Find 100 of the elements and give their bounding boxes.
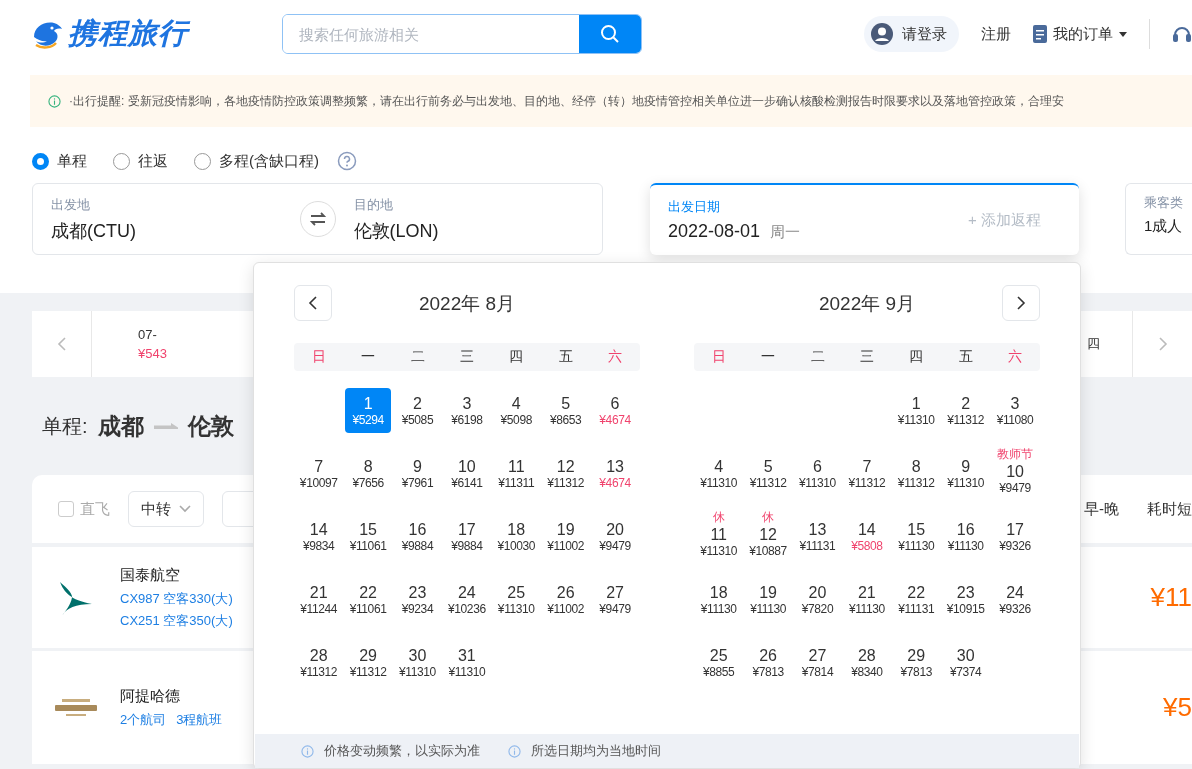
weekday-label: 四 bbox=[509, 348, 524, 366]
calendar-day[interactable]: 15 ¥11061 bbox=[345, 514, 392, 559]
calendar-day[interactable]: 1 ¥5294 bbox=[345, 388, 392, 433]
weekday-label: 二 bbox=[410, 348, 425, 366]
calendar-day[interactable]: 30 ¥11310 bbox=[394, 640, 441, 685]
calendar-day[interactable]: 18 ¥10030 bbox=[493, 514, 540, 559]
calendar-day[interactable]: 22 ¥11131 bbox=[893, 577, 940, 622]
calendar-day[interactable]: 16 ¥9884 bbox=[394, 514, 441, 559]
calendar-day[interactable]: 1 ¥11310 bbox=[893, 388, 940, 433]
calendar-day[interactable]: 20 ¥7820 bbox=[794, 577, 841, 622]
flight-info-link[interactable]: 2个航司 bbox=[120, 710, 167, 729]
calendar-day[interactable]: 11 ¥11310 bbox=[695, 524, 742, 559]
orders-menu[interactable]: 我的订单 bbox=[1033, 24, 1127, 44]
arrow-icon bbox=[153, 423, 178, 429]
calendar-day[interactable]: 5 ¥8653 bbox=[542, 388, 589, 433]
airline-name: 阿提哈德 bbox=[120, 686, 181, 706]
calendar-day[interactable]: 8 ¥7656 bbox=[345, 451, 392, 496]
calendar-day[interactable]: 14 ¥9834 bbox=[295, 514, 342, 559]
calendar-day[interactable]: 25 ¥8855 bbox=[695, 640, 742, 685]
calendar-day[interactable]: 25 ¥11310 bbox=[493, 577, 540, 622]
calendar-day[interactable]: 7 ¥11312 bbox=[843, 451, 890, 496]
login-button[interactable]: 请登录 bbox=[864, 16, 959, 52]
calendar-day[interactable]: 17 ¥9326 bbox=[992, 514, 1039, 559]
calendar-day[interactable]: 19 ¥11130 bbox=[745, 577, 792, 622]
calendar-day[interactable]: 11 ¥11311 bbox=[493, 451, 540, 496]
calendar-day[interactable]: 6 ¥11310 bbox=[794, 451, 841, 496]
calendar-day[interactable]: 23 ¥9234 bbox=[394, 577, 441, 622]
calendar-day[interactable]: 16 ¥11130 bbox=[942, 514, 989, 559]
calendar-day[interactable]: 17 ¥9884 bbox=[443, 514, 490, 559]
calendar-day[interactable]: 12 ¥11312 bbox=[542, 451, 589, 496]
calendar-day[interactable]: 19 ¥11002 bbox=[542, 514, 589, 559]
calendar-day[interactable]: 10 ¥6141 bbox=[443, 451, 490, 496]
calendar-day[interactable]: 3 ¥11080 bbox=[992, 388, 1039, 433]
calendar-day[interactable]: 29 ¥11312 bbox=[345, 640, 392, 685]
search-button[interactable] bbox=[579, 15, 641, 53]
calendar-day[interactable]: 9 ¥7961 bbox=[394, 451, 441, 496]
calendar-day[interactable]: 24 ¥10236 bbox=[443, 577, 490, 622]
weekday-label: 四 bbox=[909, 348, 924, 366]
document-icon bbox=[1033, 25, 1047, 43]
transfer-dropdown[interactable]: 中转 bbox=[128, 491, 204, 527]
calendar-day[interactable]: 27 ¥7814 bbox=[794, 640, 841, 685]
calendar-day[interactable]: 26 ¥11002 bbox=[542, 577, 589, 622]
next-month-button[interactable] bbox=[1002, 285, 1040, 321]
calendar-day[interactable]: 26 ¥7813 bbox=[745, 640, 792, 685]
calendar-day[interactable]: 7 ¥10097 bbox=[295, 451, 342, 496]
calendar-day[interactable]: 13 ¥4674 bbox=[592, 451, 639, 496]
date-strip-item[interactable]: 07- ¥543 bbox=[138, 327, 167, 361]
flight-info-link[interactable]: CX987 空客330(大) bbox=[120, 589, 233, 608]
calendar-day[interactable]: 6 ¥4674 bbox=[592, 388, 639, 433]
flight-info-link[interactable]: 3程航班 bbox=[176, 710, 223, 729]
calendar-day[interactable]: 8 ¥11312 bbox=[893, 451, 940, 496]
calendar-day[interactable]: 29 ¥7813 bbox=[893, 640, 940, 685]
calendar-day[interactable]: 21 ¥11130 bbox=[843, 577, 890, 622]
trip-type-radio[interactable]: 多程(含缺口程) bbox=[194, 151, 319, 171]
calendar-day[interactable]: 21 ¥11244 bbox=[295, 577, 342, 622]
sort-option[interactable]: 早-晚 bbox=[1084, 499, 1119, 519]
calendar-day[interactable]: 28 ¥8340 bbox=[843, 640, 890, 685]
calendar-day[interactable]: 4 ¥11310 bbox=[695, 451, 742, 496]
calendar-day[interactable]: 27 ¥9479 bbox=[592, 577, 639, 622]
calendar-note: 所选日期均为当地时间 bbox=[531, 742, 661, 760]
calendar-day[interactable]: 15 ¥11130 bbox=[893, 514, 940, 559]
passenger-field[interactable]: 乘客类 1成人 bbox=[1125, 183, 1192, 255]
calendar-day[interactable]: 2 ¥11312 bbox=[942, 388, 989, 433]
calendar-day[interactable]: 18 ¥11130 bbox=[695, 577, 742, 622]
weekday-label: 二 bbox=[810, 348, 825, 366]
calendar-day[interactable]: 30 ¥7374 bbox=[942, 640, 989, 685]
calendar-day[interactable]: 23 ¥10915 bbox=[942, 577, 989, 622]
sort-option[interactable]: 耗时短 bbox=[1147, 499, 1192, 519]
calendar-day[interactable]: 2 ¥5085 bbox=[394, 388, 441, 433]
route-label: 单程: bbox=[42, 413, 88, 439]
help-icon[interactable] bbox=[337, 151, 357, 171]
calendar-day[interactable]: 24 ¥9326 bbox=[992, 577, 1039, 622]
calendar-day[interactable]: 13 ¥11131 bbox=[794, 514, 841, 559]
trip-type-radio[interactable]: 往返 bbox=[113, 151, 168, 171]
weekday-label: 日 bbox=[311, 348, 326, 366]
trip-type-radio[interactable]: 单程 bbox=[32, 151, 87, 171]
notice-text: ·出行提醒: 受新冠疫情影响，各地疫情防控政策调整频繁，请在出行前务必与出发地、目的地、经停（转）地疫情管控相关单位进一步确认核酸检测报告时限要求以及落地管控政策，合理安 bbox=[69, 92, 1064, 110]
date-field[interactable]: 出发日期 2022-08-01 周一 + 添加返程 bbox=[650, 183, 1079, 255]
calendar-day[interactable]: 20 ¥9479 bbox=[592, 514, 639, 559]
chevron-left-icon bbox=[308, 295, 318, 311]
search-icon bbox=[600, 24, 620, 44]
calendar-day[interactable]: 10 ¥9479 bbox=[992, 461, 1039, 496]
search-field[interactable]: 搜索任何旅游相关 bbox=[282, 14, 642, 54]
calendar-day[interactable]: 22 ¥11061 bbox=[345, 577, 392, 622]
calendar-day[interactable]: 12 ¥10887 bbox=[745, 524, 792, 559]
calendar-day[interactable]: 3 ¥6198 bbox=[443, 388, 490, 433]
calendar-day[interactable]: 28 ¥11312 bbox=[295, 640, 342, 685]
prev-month-button[interactable] bbox=[294, 285, 332, 321]
calendar-day[interactable]: 5 ¥11312 bbox=[745, 451, 792, 496]
chevron-down-icon bbox=[179, 505, 191, 513]
calendar-day[interactable]: 31 ¥11310 bbox=[443, 640, 490, 685]
month-title: 2022年 9月 bbox=[818, 292, 916, 316]
calendar-day[interactable]: 14 ¥5808 bbox=[843, 514, 890, 559]
chevron-right-icon bbox=[1157, 336, 1168, 352]
register-link[interactable]: 注册 bbox=[981, 24, 1011, 44]
calendar-day[interactable]: 9 ¥11310 bbox=[942, 451, 989, 496]
chevron-left-icon bbox=[56, 336, 67, 352]
flight-info-link[interactable]: CX251 空客350(大) bbox=[120, 611, 233, 630]
weekday-label: 六 bbox=[608, 348, 623, 366]
calendar-day[interactable]: 4 ¥5098 bbox=[493, 388, 540, 433]
